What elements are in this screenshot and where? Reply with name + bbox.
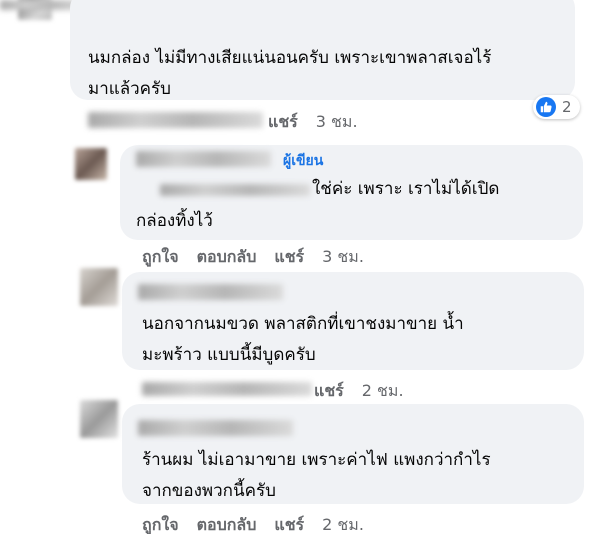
comment-actions: ถูกใจ ตอบกลับ แชร์ 3 ชม. [142, 245, 364, 270]
reply-link[interactable]: ตอบกลับ [197, 513, 257, 534]
like-link[interactable]: ถูกใจ [142, 245, 179, 270]
comment-text-line: นมกล่อง ไม่มีทางเสียแน่นอนครับ เพราะเขาพ… [88, 48, 492, 68]
comment-actions: แชร์ 3 ชม. [268, 110, 358, 135]
timestamp[interactable]: 2 ชม. [322, 513, 364, 534]
share-link[interactable]: แชร์ [274, 245, 304, 270]
author-badge: ผู้เขียน [283, 153, 324, 169]
comment-text-line: มะพร้าว แบบนี้มีบูดครับ [142, 345, 316, 365]
commenter-name[interactable] [138, 284, 283, 300]
reaction-count: 2 [562, 98, 572, 116]
blurred-actions [88, 112, 263, 128]
reply-link[interactable]: ตอบกลับ [197, 245, 257, 270]
comment-text-line: ใช่ค่ะ เพราะ เราไม่ได้เปิด [312, 179, 500, 199]
blurred-text [160, 184, 310, 196]
avatar[interactable] [80, 268, 118, 306]
timestamp[interactable]: 3 ชม. [316, 110, 358, 135]
share-link[interactable]: แชร์ [268, 110, 298, 135]
avatar[interactable] [80, 400, 118, 438]
commenter-name[interactable] [138, 420, 293, 436]
comment-text-line: นอกจากนมขวด พลาสติกที่เขาชงมาขาย น้ำ [142, 314, 464, 334]
comment-actions: แชร์ 2 ชม. [314, 379, 404, 404]
comment-text-line: จากของพวกนี้ครับ [142, 481, 276, 501]
reaction-summary[interactable]: 2 [533, 95, 580, 119]
comment-actions: ถูกใจ ตอบกลับ แชร์ 2 ชม. [142, 513, 364, 534]
comment-text-line: ร้านผม ไม่เอามาขาย เพราะค่าไฟ แพงกว่ากำไ… [142, 450, 491, 470]
share-link[interactable]: แชร์ [274, 513, 304, 534]
comment-text-line: กล่องทิ้งไว้ [136, 211, 213, 231]
blurred-actions [142, 382, 312, 396]
avatar[interactable] [75, 148, 107, 180]
commenter-name[interactable] [136, 151, 271, 167]
share-link[interactable]: แชร์ [314, 379, 344, 404]
like-thumb-icon [536, 97, 556, 117]
like-link[interactable]: ถูกใจ [142, 513, 179, 534]
comment-text-line: มาแล้วครับ [88, 79, 171, 99]
timestamp[interactable]: 3 ชม. [322, 245, 364, 270]
timestamp[interactable]: 2 ชม. [362, 379, 404, 404]
